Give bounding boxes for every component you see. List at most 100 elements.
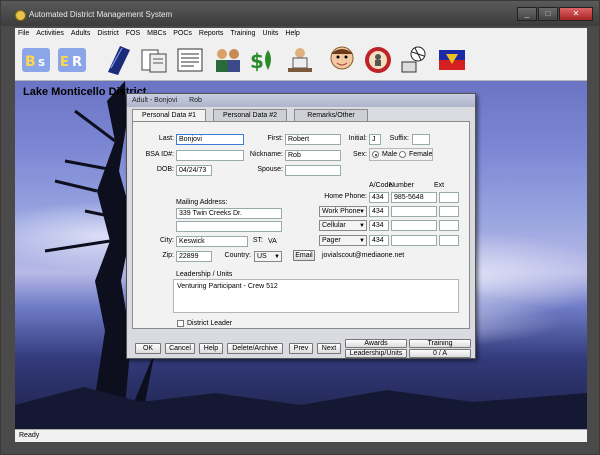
- district-leader-label: District Leader: [187, 320, 233, 327]
- adult-dialog: Adult - Bonjovi Rob Personal Data #1 Per…: [126, 93, 476, 359]
- leadership-units-list[interactable]: Venturing Participant - Crew 512: [173, 279, 459, 313]
- home-area-code-field[interactable]: 434: [369, 192, 389, 203]
- female-label: Female: [409, 151, 433, 158]
- work-phone-type-dropdown[interactable]: Work Phone ▼: [319, 206, 367, 217]
- dialog-title-name: Rob: [189, 97, 202, 104]
- menu-mbcs[interactable]: MBCs: [147, 30, 166, 37]
- leadership-units-button[interactable]: Leadership/Units: [345, 349, 407, 358]
- record-counter: 0 / A: [409, 349, 471, 358]
- prev-button[interactable]: Prev: [289, 343, 313, 354]
- last-name-label: Last:: [158, 135, 174, 142]
- delete-archive-button[interactable]: Delete/Archive: [227, 343, 283, 354]
- list-item[interactable]: Venturing Participant - Crew 512: [177, 283, 278, 290]
- pager-number-field[interactable]: [391, 235, 437, 246]
- pager-ext-field[interactable]: [439, 235, 459, 246]
- last-name-field[interactable]: Bonjovi: [176, 134, 244, 145]
- male-label: Male: [382, 151, 398, 158]
- next-button[interactable]: Next: [317, 343, 341, 354]
- documents-icon[interactable]: [137, 43, 171, 77]
- menu-fos[interactable]: FOS: [126, 30, 140, 37]
- address-line-2-field[interactable]: [176, 221, 282, 232]
- toolbar: BS ER $: [15, 39, 587, 81]
- ok-button[interactable]: OK: [135, 343, 161, 354]
- chevron-down-icon: ▼: [274, 254, 280, 260]
- leadership-units-label: Leadership / Units: [176, 271, 233, 278]
- home-phone-label: Home Phone:: [324, 193, 367, 200]
- pager-type-dropdown[interactable]: Pager ▼: [319, 235, 367, 246]
- cell-ext-field[interactable]: [439, 220, 459, 231]
- close-button[interactable]: ✕: [559, 7, 593, 21]
- menu-adults[interactable]: Adults: [71, 30, 90, 37]
- spouse-field[interactable]: [285, 165, 341, 176]
- scout-face-icon[interactable]: [325, 43, 359, 77]
- city-label: City:: [160, 237, 174, 244]
- meeting-people-icon[interactable]: [211, 43, 245, 77]
- bsa-id-label: BSA ID#:: [145, 151, 174, 158]
- country-label: Country:: [224, 252, 251, 259]
- minimize-button[interactable]: _: [517, 7, 537, 21]
- email-field[interactable]: jovialscout@mediaone.net: [319, 250, 459, 261]
- dialog-title-bar[interactable]: Adult - Bonjovi Rob: [127, 94, 475, 107]
- zip-field[interactable]: 22899: [176, 251, 212, 262]
- menu-pocs[interactable]: POCs: [173, 30, 192, 37]
- mailing-address-label: Mailing Address:: [176, 199, 228, 206]
- council-flag-icon[interactable]: [435, 43, 469, 77]
- help-button[interactable]: Help: [199, 343, 223, 354]
- email-button[interactable]: Email: [293, 250, 315, 261]
- work-area-code-field[interactable]: 434: [369, 206, 389, 217]
- sex-label: Sex:: [352, 151, 367, 158]
- bsa-id-field[interactable]: [176, 150, 244, 161]
- city-field[interactable]: Keswick: [176, 236, 248, 247]
- home-number-field[interactable]: 985-5648: [391, 192, 437, 203]
- award-badge-icon[interactable]: [361, 43, 395, 77]
- state-field[interactable]: VA: [265, 236, 282, 247]
- menu-activities[interactable]: Activities: [36, 30, 64, 37]
- menu-reports[interactable]: Reports: [199, 30, 224, 37]
- explorer-icon[interactable]: ER: [55, 43, 89, 77]
- title-bar[interactable]: Automated District Management System _ □…: [1, 1, 599, 26]
- female-radio[interactable]: [399, 151, 406, 158]
- home-ext-field[interactable]: [439, 192, 459, 203]
- svg-text:E: E: [60, 55, 69, 70]
- chevron-down-icon: ▼: [359, 238, 365, 244]
- fleur-de-lis-dollar-icon[interactable]: $: [247, 43, 281, 77]
- training-button[interactable]: Training: [409, 339, 471, 348]
- country-dropdown[interactable]: US ▼: [254, 251, 282, 262]
- menu-file[interactable]: File: [18, 30, 29, 37]
- first-name-field[interactable]: Robert: [285, 134, 341, 145]
- person-at-desk-icon[interactable]: [283, 43, 317, 77]
- menu-training[interactable]: Training: [230, 30, 255, 37]
- boy-scouts-icon[interactable]: BS: [19, 43, 53, 77]
- cellular-type: Cellular: [322, 222, 346, 229]
- work-number-field[interactable]: [391, 206, 437, 217]
- address-line-1-field[interactable]: 339 Twin Creeks Dr.: [176, 208, 282, 219]
- number-header: Number: [389, 182, 414, 189]
- suffix-label: Suffix:: [389, 135, 409, 142]
- suffix-field[interactable]: [412, 134, 430, 145]
- dob-field[interactable]: 04/24/73: [176, 165, 212, 176]
- awards-button[interactable]: Awards: [345, 339, 407, 348]
- maximize-button[interactable]: □: [538, 7, 558, 21]
- initial-field[interactable]: J: [369, 134, 381, 145]
- svg-text:R: R: [72, 55, 82, 70]
- male-radio[interactable]: [372, 151, 379, 158]
- menu-district[interactable]: District: [97, 30, 118, 37]
- tab-remarks-other[interactable]: Remarks/Other: [294, 109, 368, 121]
- svg-text:S: S: [38, 58, 45, 69]
- cancel-button[interactable]: Cancel: [165, 343, 195, 354]
- tab-strip: Personal Data #1 Personal Data #2 Remark…: [132, 109, 368, 122]
- cell-number-field[interactable]: [391, 220, 437, 231]
- work-ext-field[interactable]: [439, 206, 459, 217]
- report-sheet-icon[interactable]: [173, 43, 207, 77]
- notebook-icon[interactable]: [101, 43, 135, 77]
- pager-area-code-field[interactable]: 434: [369, 235, 389, 246]
- nickname-field[interactable]: Rob: [285, 150, 341, 161]
- cell-area-code-field[interactable]: 434: [369, 220, 389, 231]
- district-leader-checkbox[interactable]: [177, 320, 184, 327]
- menu-help[interactable]: Help: [285, 30, 299, 37]
- tab-personal-data-2[interactable]: Personal Data #2: [213, 109, 287, 121]
- sports-activity-icon[interactable]: [397, 43, 431, 77]
- zip-label: Zip:: [162, 252, 174, 259]
- cellular-type-dropdown[interactable]: Cellular ▼: [319, 220, 367, 231]
- menu-units[interactable]: Units: [262, 30, 278, 37]
